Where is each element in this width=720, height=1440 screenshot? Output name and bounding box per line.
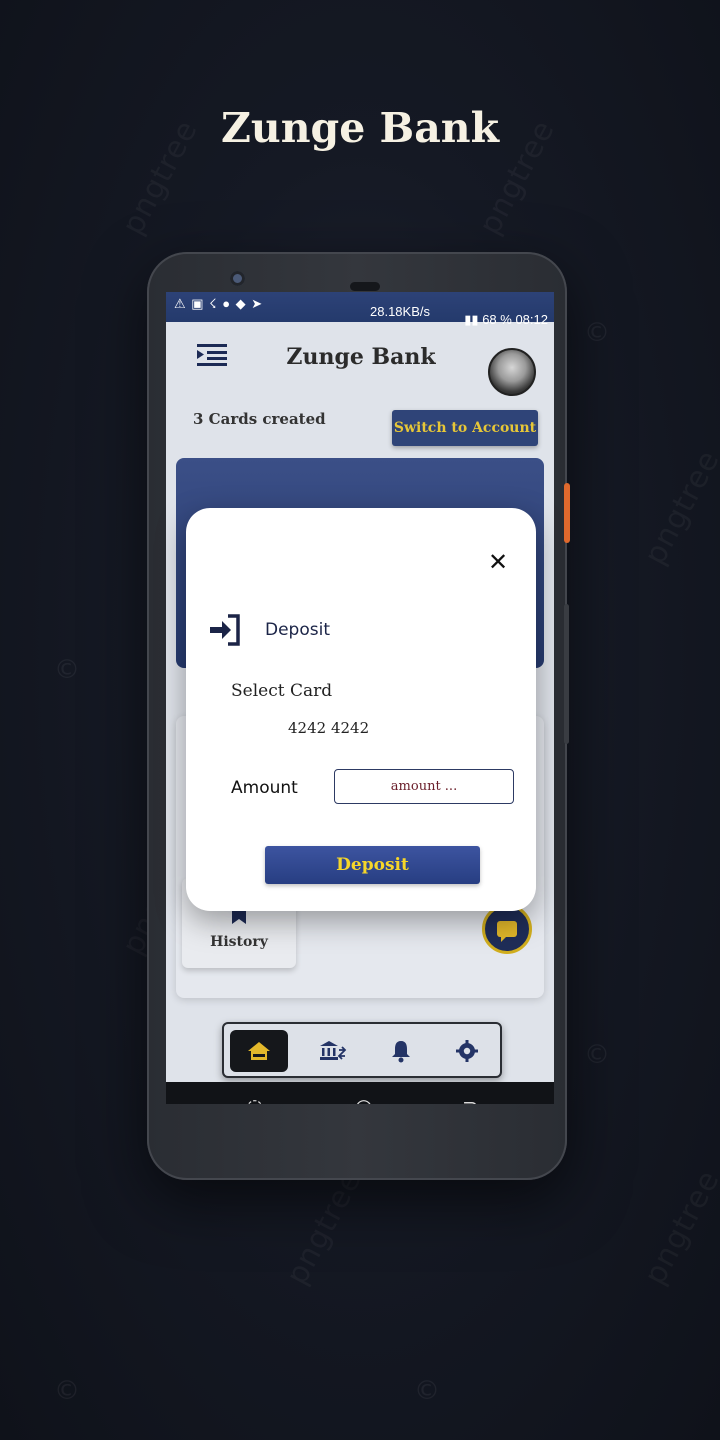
history-label: History [210,934,268,950]
menu-icon[interactable] [197,342,227,368]
select-card-label: Select Card [231,681,333,701]
watermark: © [414,1376,440,1406]
home-circle-icon[interactable]: ○ [355,1094,372,1104]
nav-home[interactable] [230,1030,288,1072]
amount-input[interactable] [334,769,514,804]
hero-title: Zunge Bank [220,104,499,152]
nav-notifications[interactable] [372,1030,430,1072]
power-button [564,483,570,543]
nav-transfer[interactable] [304,1030,362,1072]
battery-time: ▮▮ 68 % 08:12 [464,312,548,328]
home-icon [248,1042,270,1060]
amount-label: Amount [231,778,298,798]
system-nav-bar: ◌ ○ ⊃ [166,1082,554,1104]
watermark: © [54,655,80,685]
watermark: pngtree [280,1164,369,1290]
nav-settings[interactable] [438,1030,496,1072]
watermark: pngtree [638,1164,720,1290]
switch-to-account-button[interactable]: Switch to Account [392,410,538,446]
clock: 08:12 [515,312,548,327]
back-icon[interactable]: ⊃ [462,1094,479,1104]
earpiece-speaker [350,282,380,291]
volume-button [564,604,569,744]
deposit-modal: ✕ Deposit Select Card 4242 4242 Amount D… [186,508,536,911]
modal-title: Deposit [265,620,330,640]
bank-transfer-icon [320,1041,347,1060]
bell-icon [392,1041,410,1063]
chat-button[interactable] [482,904,532,954]
deposit-button[interactable]: Deposit [265,846,480,884]
front-camera [230,271,245,286]
network-speed: 28.18KB/s [370,304,430,319]
status-icons: ⚠ ▣ ☇ ● ◆ ➤ [174,296,264,311]
watermark: pngtree [638,444,720,570]
cards-created-count: 3 Cards created [193,410,326,428]
close-icon[interactable]: ✕ [488,548,508,576]
recent-apps-icon[interactable]: ◌ [246,1094,263,1104]
avatar[interactable] [488,348,536,396]
battery-level: 68 % [482,312,512,327]
signal-icon: ▮▮ [464,312,479,327]
status-bar: ⚠ ▣ ☇ ● ◆ ➤ 28.18KB/s ▮▮ 68 % 08:12 [166,292,554,327]
watermark: © [54,1376,80,1406]
watermark: © [584,318,610,348]
app-title: Zunge Bank [286,344,436,370]
settings-icon [456,1040,478,1062]
card-select[interactable]: 4242 4242 [288,719,369,737]
chat-icon [497,921,517,942]
deposit-icon [210,614,240,646]
bottom-nav [222,1022,502,1078]
watermark: © [584,1040,610,1070]
